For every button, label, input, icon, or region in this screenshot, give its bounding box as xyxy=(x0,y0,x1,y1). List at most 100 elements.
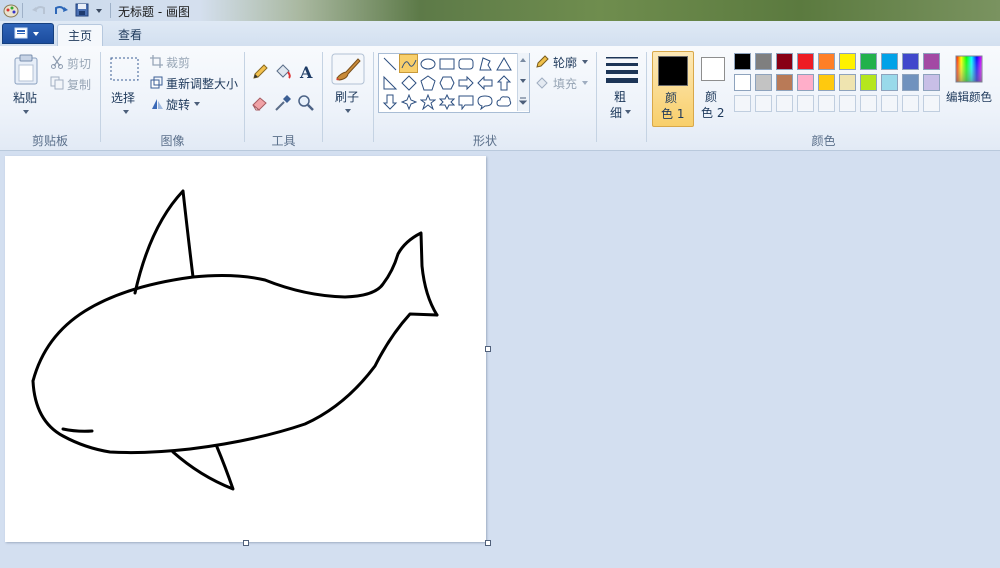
palette-color-swatch[interactable] xyxy=(902,53,919,70)
palette-color-swatch[interactable] xyxy=(923,53,940,70)
palette-custom-slot[interactable] xyxy=(839,95,856,112)
shape-triangle[interactable] xyxy=(494,54,513,73)
pentagon-shape-icon xyxy=(419,74,436,90)
palette-custom-slot[interactable] xyxy=(902,95,919,112)
shape-line[interactable] xyxy=(380,54,399,73)
shape-star-five[interactable] xyxy=(418,92,437,111)
color1-button[interactable]: 颜 色 1 xyxy=(652,51,694,127)
shape-diamond[interactable] xyxy=(399,73,418,92)
shape-arrow-up[interactable] xyxy=(494,73,513,92)
shape-arrow-left[interactable] xyxy=(475,73,494,92)
undo-icon[interactable] xyxy=(30,2,48,18)
cut-button[interactable]: 剪切 xyxy=(50,54,95,72)
size-label-line1: 粗 xyxy=(614,90,627,104)
shape-curve[interactable] xyxy=(399,54,418,73)
save-icon[interactable] xyxy=(74,2,90,18)
palette-color-swatch[interactable] xyxy=(902,74,919,91)
shapes-expand-icon[interactable] xyxy=(519,97,527,105)
palette-custom-slot[interactable] xyxy=(860,95,877,112)
select-button[interactable]: 选择 xyxy=(106,54,144,120)
shape-arrow-down[interactable] xyxy=(380,92,399,111)
palette-color-swatch[interactable] xyxy=(776,74,793,91)
drawing-canvas[interactable] xyxy=(5,156,486,542)
customize-quick-access-icon[interactable] xyxy=(94,2,104,18)
palette-custom-slot[interactable] xyxy=(755,95,772,112)
palette-custom-slot[interactable] xyxy=(734,95,751,112)
text-tool[interactable]: A xyxy=(296,62,316,82)
oval-shape-icon xyxy=(420,58,435,69)
scroll-up-icon[interactable] xyxy=(519,57,527,63)
resize-button[interactable]: 重新调整大小 xyxy=(150,74,242,92)
shape-star-four[interactable] xyxy=(399,92,418,111)
scroll-down-icon[interactable] xyxy=(519,78,527,84)
shape-callout-oval[interactable] xyxy=(475,92,494,111)
copy-button[interactable]: 复制 xyxy=(50,75,95,93)
group-divider xyxy=(322,52,323,142)
palette-color-swatch[interactable] xyxy=(839,53,856,70)
palette-color-swatch[interactable] xyxy=(860,74,877,91)
shape-pentagon[interactable] xyxy=(418,73,437,92)
canvas-resize-handle-right[interactable] xyxy=(485,346,491,352)
resize-label: 重新调整大小 xyxy=(166,77,239,91)
pencil-tool[interactable] xyxy=(250,62,270,82)
palette-color-swatch[interactable] xyxy=(734,53,751,70)
palette-color-swatch[interactable] xyxy=(881,53,898,70)
palette-color-swatch[interactable] xyxy=(839,74,856,91)
paint-menu-button[interactable] xyxy=(2,23,54,44)
brushes-button[interactable]: 刷子 xyxy=(328,53,368,123)
paint-menu-icon xyxy=(14,27,39,39)
color-picker-tool[interactable] xyxy=(273,93,293,113)
shape-oval[interactable] xyxy=(418,54,437,73)
shape-rounded-rectangle[interactable] xyxy=(456,54,475,73)
edit-colors-label: 编辑颜色 xyxy=(946,90,992,104)
palette-color-swatch[interactable] xyxy=(755,74,772,91)
outline-button[interactable]: 轮廓 xyxy=(534,53,590,71)
palette-custom-slot[interactable] xyxy=(881,95,898,112)
paste-button[interactable]: 粘贴 xyxy=(8,54,44,130)
paint-app-icon[interactable] xyxy=(2,2,20,18)
shapes-scrollbar[interactable] xyxy=(517,53,529,111)
color2-label-line1: 颜 xyxy=(705,90,718,104)
redo-icon[interactable] xyxy=(52,2,70,18)
edit-colors-button[interactable]: 编辑颜色 xyxy=(946,53,996,111)
palette-color-swatch[interactable] xyxy=(860,53,877,70)
palette-color-swatch[interactable] xyxy=(818,74,835,91)
color2-button[interactable]: 颜 色 2 xyxy=(696,51,730,125)
shape-hexagon[interactable] xyxy=(437,73,456,92)
fill-button[interactable]: 填充 xyxy=(534,74,590,92)
canvas-resize-handle-corner[interactable] xyxy=(485,540,491,546)
shape-callout-rect[interactable] xyxy=(456,92,475,111)
palette-custom-slot[interactable] xyxy=(923,95,940,112)
shape-right-triangle[interactable] xyxy=(380,73,399,92)
shape-arrow-right[interactable] xyxy=(456,73,475,92)
six-point-star-shape-icon xyxy=(438,93,455,110)
color1-label-line1: 颜 xyxy=(665,91,678,105)
palette-color-swatch[interactable] xyxy=(923,74,940,91)
fill-tool[interactable] xyxy=(273,62,293,82)
tab-home[interactable]: 主页 xyxy=(57,24,103,47)
rotate-button[interactable]: 旋转 xyxy=(150,95,205,113)
palette-color-swatch[interactable] xyxy=(734,74,751,91)
size-button[interactable]: 粗 细 xyxy=(602,53,642,123)
canvas-resize-handle-bottom[interactable] xyxy=(243,540,249,546)
palette-custom-slot[interactable] xyxy=(818,95,835,112)
copy-label: 复制 xyxy=(67,78,92,92)
color2-swatch xyxy=(701,57,725,81)
magnifier-tool[interactable] xyxy=(296,93,316,113)
tab-view[interactable]: 查看 xyxy=(106,24,154,46)
palette-custom-slot[interactable] xyxy=(797,95,814,112)
crop-button[interactable]: 裁剪 xyxy=(150,53,200,71)
select-dropdown-icon xyxy=(123,110,129,114)
palette-color-swatch[interactable] xyxy=(818,53,835,70)
shape-rectangle[interactable] xyxy=(437,54,456,73)
palette-custom-slot[interactable] xyxy=(776,95,793,112)
palette-color-swatch[interactable] xyxy=(755,53,772,70)
eraser-tool[interactable] xyxy=(250,93,270,113)
palette-color-swatch[interactable] xyxy=(881,74,898,91)
palette-color-swatch[interactable] xyxy=(797,74,814,91)
palette-color-swatch[interactable] xyxy=(776,53,793,70)
shape-callout-cloud[interactable] xyxy=(494,92,513,111)
shape-star-six[interactable] xyxy=(437,92,456,111)
palette-color-swatch[interactable] xyxy=(797,53,814,70)
shape-polygon[interactable] xyxy=(475,54,494,73)
